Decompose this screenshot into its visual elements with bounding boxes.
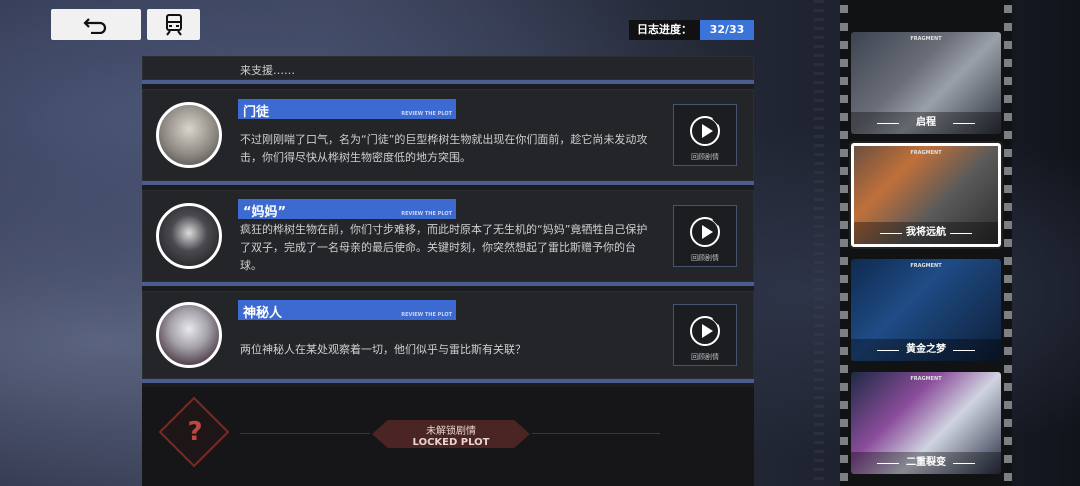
divider (532, 433, 660, 434)
entry-title: 门徒 (243, 105, 270, 120)
progress-label: 日志进度： (629, 20, 700, 40)
locked-label-cn: 未解锁剧情 (426, 426, 476, 437)
plot-list[interactable]: 来支援…… 门徒 REVIEW THE PLOT 不过刚刚喘了口气，名为“门徒”… (142, 56, 754, 486)
train-icon (165, 13, 182, 36)
film-holes-left (840, 0, 848, 486)
chapter-fragment-label: FRAGMENT (910, 36, 942, 42)
entry-subtitle: REVIEW THE PLOT (401, 312, 452, 318)
entry-title-bar: “妈妈” REVIEW THE PLOT (238, 199, 456, 220)
chapter-name: 我将远航 (854, 222, 998, 244)
entry-description: 两位神秘人在某处观察着一切，他们似乎与雷比斯有关联？ (240, 343, 526, 356)
question-icon: ? (187, 417, 203, 447)
plot-entry: 来支援…… (142, 56, 754, 84)
chapter-fragment-label: FRAGMENT (910, 150, 942, 156)
entry-subtitle: REVIEW THE PLOT (401, 111, 452, 117)
chapter-name: 二重裂变 (851, 452, 1001, 474)
entry-title: 神秘人 (243, 306, 283, 321)
avatar (156, 203, 222, 269)
chapter-card[interactable]: FRAGMENT 启程 (851, 32, 1001, 134)
entry-title-bar: 门徒 REVIEW THE PLOT (238, 99, 456, 120)
replay-label: 回顾剧情 (691, 153, 719, 161)
chapter-card[interactable]: FRAGMENT 黄金之梦 (851, 259, 1001, 361)
replay-button[interactable]: 回顾剧情 (673, 205, 737, 267)
plot-entry: “妈妈” REVIEW THE PLOT 疯狂的桦树生物在前，你们寸步难移，而此… (142, 190, 754, 286)
back-arrow-icon (83, 17, 107, 34)
progress-value: 32/33 (700, 20, 754, 40)
log-progress: 日志进度： 32/33 (629, 20, 754, 40)
avatar (156, 102, 222, 168)
entry-title-bar: 神秘人 REVIEW THE PLOT (238, 300, 456, 321)
chapter-name: 启程 (851, 112, 1001, 134)
chapter-card-selected[interactable]: FRAGMENT 我将远航 (851, 143, 1001, 247)
entry-title: “妈妈” (243, 205, 287, 220)
locked-tag: 未解锁剧情 LOCKED PLOT (372, 420, 530, 448)
entry-description: 不过刚刚喘了口气，名为“门徒”的巨型桦树生物就出现在你们面前，趁它尚未发动攻击，… (240, 133, 648, 164)
replay-icon (690, 217, 720, 247)
chapter-fragment-label: FRAGMENT (910, 263, 942, 269)
chapter-film-strip[interactable]: FRAGMENT 启程 FRAGMENT 我将远航 FRAGMENT 黄金之梦 … (840, 0, 1012, 486)
film-side-text (814, 0, 824, 486)
chapter-fragment-label: FRAGMENT (910, 376, 942, 382)
replay-icon (690, 116, 720, 146)
plot-entry: 门徒 REVIEW THE PLOT 不过刚刚喘了口气，名为“门徒”的巨型桦树生… (142, 89, 754, 185)
film-holes-right (1004, 0, 1012, 486)
avatar (156, 302, 222, 368)
replay-label: 回顾剧情 (691, 254, 719, 262)
entry-description: 来支援…… (240, 64, 295, 77)
locked-plot-entry: ? 未解锁剧情 LOCKED PLOT (142, 387, 754, 486)
replay-button[interactable]: 回顾剧情 (673, 104, 737, 166)
plot-entry: 神秘人 REVIEW THE PLOT 两位神秘人在某处观察着一切，他们似乎与雷… (142, 291, 754, 383)
entry-description: 疯狂的桦树生物在前，你们寸步难移，而此时原本了无生机的“妈妈”竟牺牲自己保护了双… (240, 223, 648, 272)
replay-label: 回顾剧情 (691, 353, 719, 361)
replay-icon (690, 316, 720, 346)
entry-subtitle: REVIEW THE PLOT (401, 211, 452, 217)
chapter-card[interactable]: FRAGMENT 二重裂变 (851, 372, 1001, 474)
divider (240, 433, 370, 434)
chapter-name: 黄金之梦 (851, 339, 1001, 361)
replay-button[interactable]: 回顾剧情 (673, 304, 737, 366)
train-button[interactable] (147, 9, 200, 40)
locked-label-en: LOCKED PLOT (412, 437, 490, 448)
back-button[interactable] (51, 9, 141, 40)
